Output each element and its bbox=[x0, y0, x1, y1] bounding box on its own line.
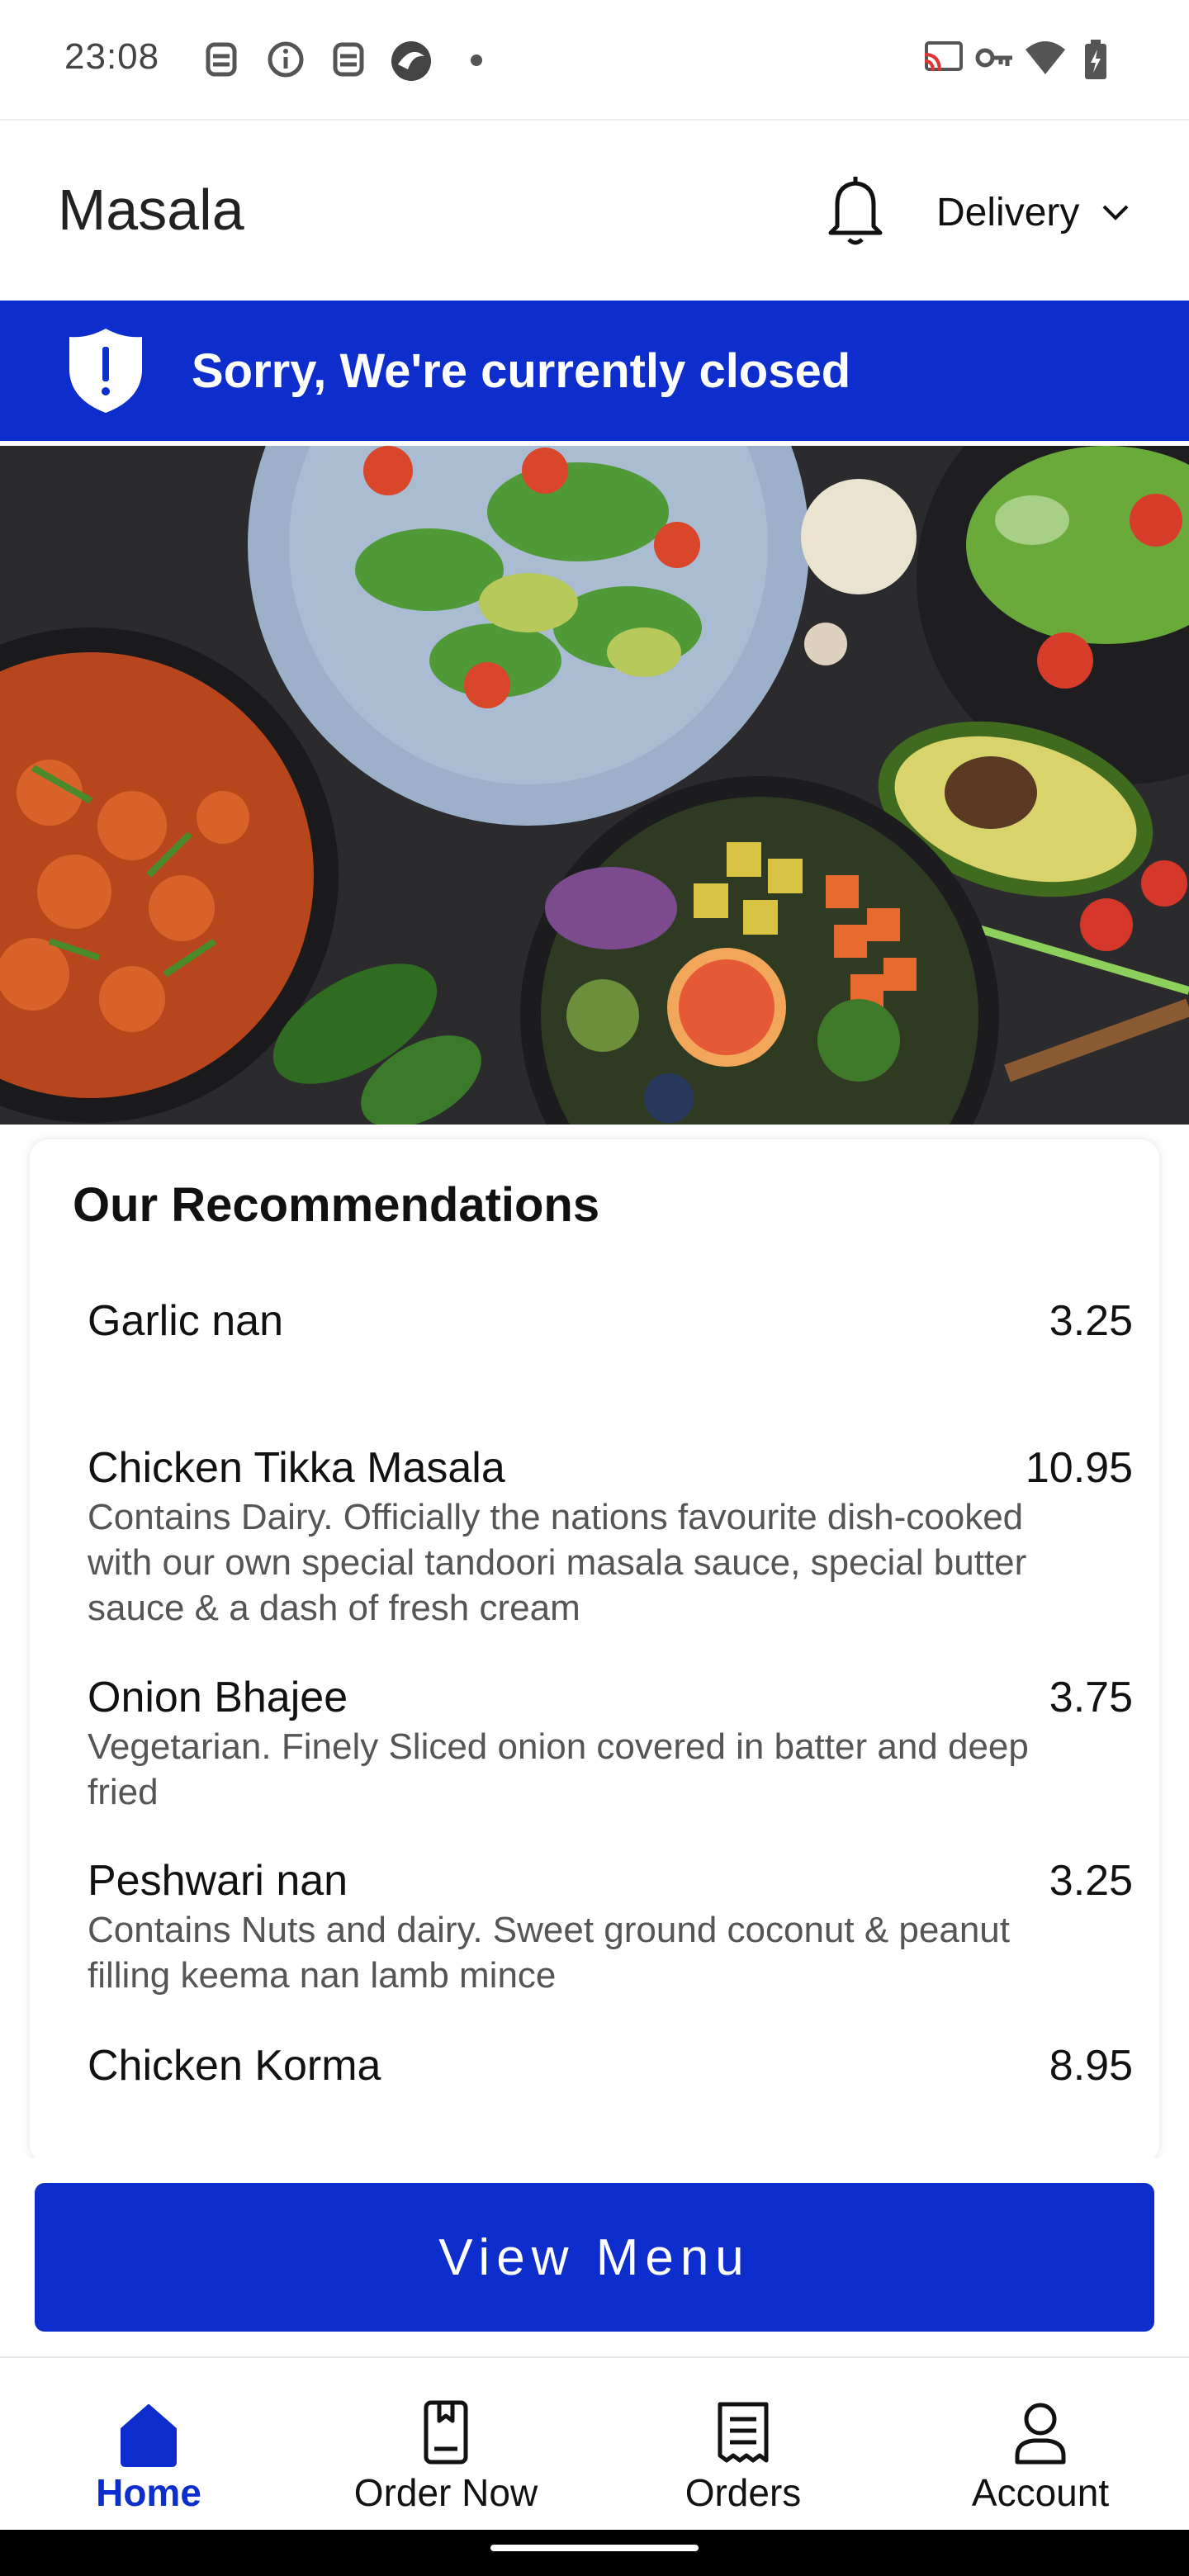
menu-item-name: Onion Bhajee bbox=[88, 1674, 348, 1721]
home-icon bbox=[121, 2404, 177, 2467]
menu-item-price: 3.25 bbox=[1049, 1857, 1133, 1905]
menu-item[interactable]: Chicken Korma 8.95 bbox=[88, 2041, 1133, 2091]
menu-item-description: Contains Nuts and dairy. Sweet ground co… bbox=[88, 1910, 1010, 1996]
bell-icon[interactable] bbox=[822, 168, 888, 251]
closed-banner: Sorry, We're currently closed bbox=[0, 301, 1189, 441]
gesture-handle[interactable] bbox=[490, 2545, 699, 2551]
assistant-icon bbox=[333, 42, 364, 77]
nav-item-orders[interactable]: Orders bbox=[594, 2358, 892, 2531]
recommendations-title: Our Recommendations bbox=[73, 1178, 600, 1232]
menu-item-description: Vegetarian. Finely Sliced onion covered … bbox=[88, 1726, 1029, 1812]
menu-item-price: 3.75 bbox=[1049, 1674, 1133, 1721]
wifi-icon bbox=[1026, 41, 1065, 74]
menu-item-name: Chicken Tikka Masala bbox=[88, 1444, 505, 1492]
menu-item[interactable]: Chicken Tikka Masala 10.95 Contains Dair… bbox=[88, 1443, 1133, 1631]
bottom-nav: Home Order Now Orders Account bbox=[0, 2356, 1189, 2530]
menu-item-name: Garlic nan bbox=[88, 1297, 283, 1345]
status-bar: 23:08 bbox=[0, 0, 1189, 119]
menu-item-price: 8.95 bbox=[1049, 2042, 1133, 2090]
nav-label-order-now: Order Now bbox=[353, 2471, 538, 2514]
nav-item-account[interactable]: Account bbox=[892, 2358, 1189, 2531]
menu-item[interactable]: Garlic nan 3.25 bbox=[88, 1296, 1133, 1346]
food-photo bbox=[0, 446, 1189, 1125]
battery-charging-icon bbox=[1085, 40, 1106, 79]
order-book-icon bbox=[424, 2400, 468, 2465]
status-time: 23:08 bbox=[64, 36, 160, 77]
browser-icon bbox=[391, 41, 431, 81]
recommendations-card: Our Recommendations Garlic nan 3.25 Chic… bbox=[30, 1139, 1159, 2163]
chevron-down-icon bbox=[1102, 205, 1129, 220]
delivery-mode-select[interactable]: Delivery bbox=[936, 190, 1130, 235]
nav-item-order-now[interactable]: Order Now bbox=[297, 2358, 594, 2531]
cta-area: View Menu bbox=[0, 2158, 1189, 2356]
menu-item-name: Peshwari nan bbox=[88, 1857, 348, 1905]
delivery-mode-label: Delivery bbox=[936, 191, 1080, 234]
dot-icon bbox=[471, 54, 482, 66]
menu-item-name: Chicken Korma bbox=[88, 2042, 381, 2090]
person-icon bbox=[1015, 2403, 1066, 2465]
nav-label-orders: Orders bbox=[685, 2471, 802, 2514]
menu-item-price: 3.25 bbox=[1049, 1297, 1133, 1345]
closed-banner-text: Sorry, We're currently closed bbox=[192, 343, 851, 398]
menu-item[interactable]: Peshwari nan 3.25 Contains Nuts and dair… bbox=[88, 1856, 1133, 1998]
nav-label-home: Home bbox=[96, 2471, 201, 2514]
app-header: Masala Delivery bbox=[0, 119, 1189, 301]
vpn-key-icon bbox=[975, 48, 1012, 68]
menu-item[interactable]: Onion Bhajee 3.75 Vegetarian. Finely Sli… bbox=[88, 1673, 1133, 1815]
nav-label-account: Account bbox=[971, 2471, 1110, 2514]
cast-icon bbox=[924, 41, 963, 72]
assistant-icon bbox=[206, 42, 237, 77]
view-menu-button[interactable]: View Menu bbox=[35, 2183, 1154, 2332]
brand-title: Masala bbox=[58, 178, 244, 242]
nav-item-home[interactable]: Home bbox=[0, 2358, 297, 2531]
shield-alert-icon bbox=[69, 329, 142, 413]
gesture-bar bbox=[0, 2530, 1189, 2576]
menu-item-price: 10.95 bbox=[1025, 1444, 1133, 1492]
info-icon bbox=[268, 41, 304, 78]
menu-item-description: Contains Dairy. Officially the nations f… bbox=[88, 1497, 1027, 1628]
receipt-icon bbox=[718, 2402, 769, 2463]
